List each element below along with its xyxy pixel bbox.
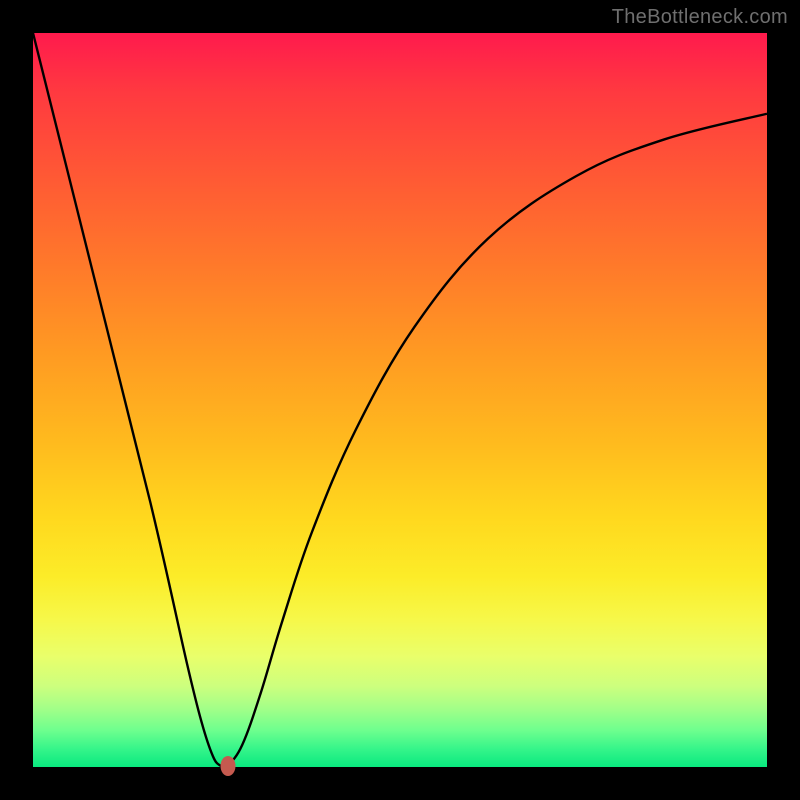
curve-path — [33, 33, 767, 768]
watermark-text: TheBottleneck.com — [612, 6, 788, 29]
chart-frame: TheBottleneck.com — [0, 0, 800, 800]
plot-area — [33, 33, 767, 767]
minimum-marker — [220, 756, 235, 776]
bottleneck-curve — [33, 33, 767, 767]
